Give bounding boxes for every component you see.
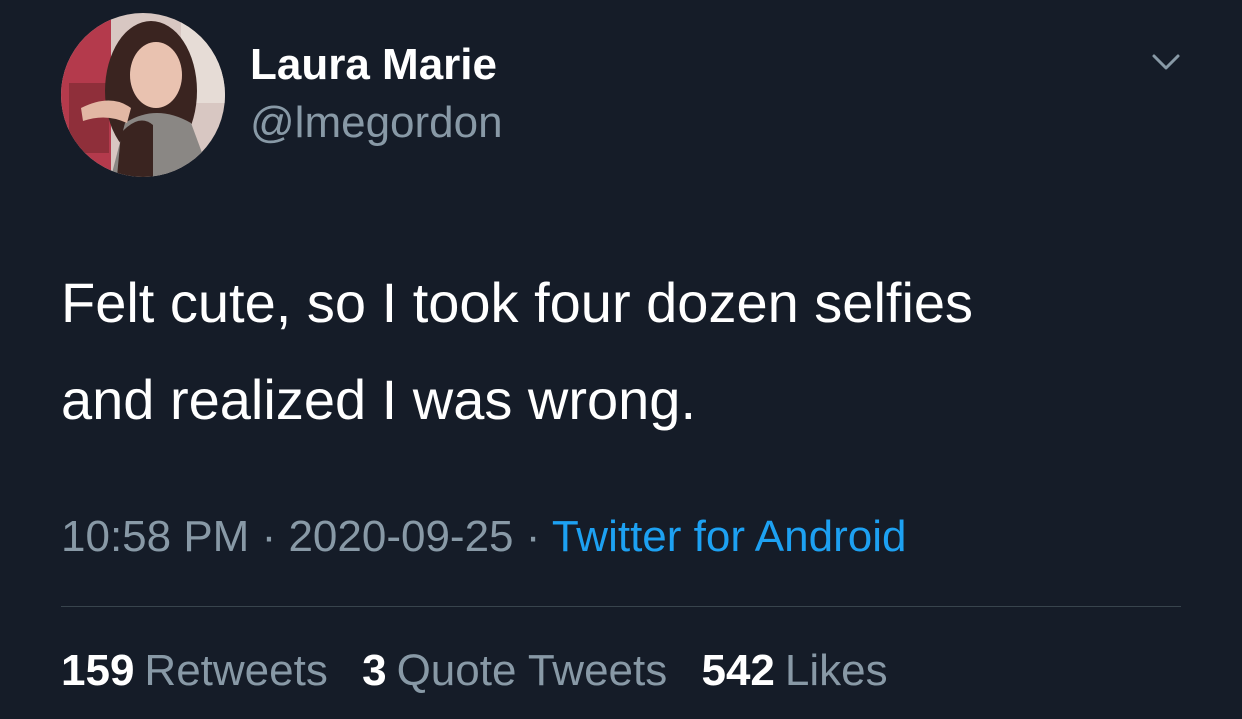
meta-separator: · (513, 512, 552, 561)
likes-count: 542 (701, 646, 775, 695)
tweet-source-link[interactable]: Twitter for Android (552, 512, 907, 561)
retweets-stat[interactable]: 159 Retweets (61, 646, 328, 696)
tweet-text-line: Felt cute, so I took four dozen selfies (61, 271, 974, 334)
more-options-button[interactable] (1142, 48, 1190, 80)
profile-photo-icon (61, 13, 225, 177)
quote-tweets-label: Quote Tweets (396, 646, 668, 695)
tweet-meta: 10:58 PM · 2020-09-25 · Twitter for Andr… (61, 512, 906, 562)
meta-separator: · (249, 512, 289, 561)
chevron-down-icon (1152, 54, 1180, 70)
quote-tweets-stat[interactable]: 3 Quote Tweets (362, 646, 667, 696)
retweets-label: Retweets (144, 646, 328, 695)
tweet-card: Laura Marie @lmegordon Felt cute, so I t… (0, 0, 1242, 719)
divider (61, 606, 1181, 607)
avatar[interactable] (61, 13, 225, 177)
quote-tweets-count: 3 (362, 646, 387, 695)
user-handle[interactable]: @lmegordon (250, 98, 503, 148)
tweet-stats: 159 Retweets 3 Quote Tweets 542 Likes (61, 646, 910, 696)
retweets-count: 159 (61, 646, 135, 695)
display-name[interactable]: Laura Marie (250, 40, 497, 90)
tweet-text-line: and realized I was wrong. (61, 368, 697, 431)
tweet-date[interactable]: 2020-09-25 (288, 512, 513, 561)
tweet-text: Felt cute, so I took four dozen selfies … (61, 254, 1181, 448)
tweet-time[interactable]: 10:58 PM (61, 512, 249, 561)
likes-stat[interactable]: 542 Likes (701, 646, 887, 696)
likes-label: Likes (784, 646, 888, 695)
